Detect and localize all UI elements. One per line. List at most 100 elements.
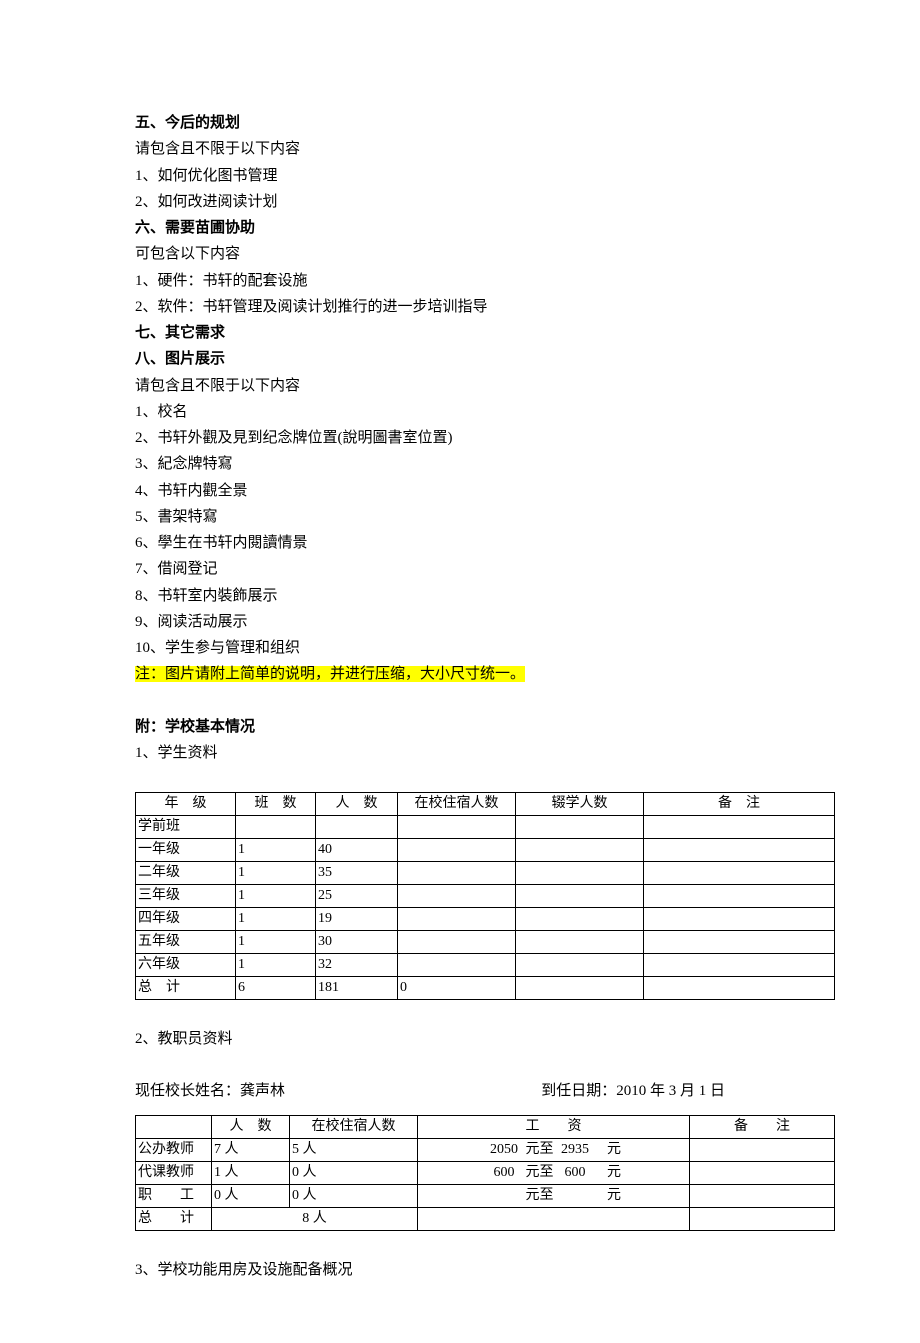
cell-note (690, 1161, 835, 1184)
cell-classes: 1 (236, 862, 316, 885)
cell-grade: 一年级 (136, 839, 236, 862)
th-board: 在校住宿人数 (398, 793, 516, 816)
cell-note (644, 816, 835, 839)
cell-note (690, 1184, 835, 1207)
cell-total-label: 总 计 (136, 1207, 212, 1230)
cell-classes: 6 (236, 977, 316, 1000)
th-grade: 年 级 (136, 793, 236, 816)
section-8-item-3: 3、紀念牌特寫 (135, 451, 835, 477)
appendix-title: 附：学校基本情况 (135, 714, 835, 740)
section-5-item-2: 2、如何改进阅读计划 (135, 189, 835, 215)
table-row: 总 计61810 (136, 977, 835, 1000)
cell-drop (516, 885, 644, 908)
cell-note (644, 954, 835, 977)
cell-people: 25 (316, 885, 398, 908)
table-row: 三年级125 (136, 885, 835, 908)
section-5-item-1: 1、如何优化图书管理 (135, 163, 835, 189)
table-row: 学前班 (136, 816, 835, 839)
cell-people (316, 816, 398, 839)
cell-people: 181 (316, 977, 398, 1000)
section-8-item-5: 5、書架特寫 (135, 504, 835, 530)
cell-board: 5 人 (290, 1138, 418, 1161)
cell-role: 职 工 (136, 1184, 212, 1207)
section-5-intro: 请包含且不限于以下内容 (135, 136, 835, 162)
section-8-item-2: 2、书轩外觀及見到纪念牌位置(說明圖書室位置) (135, 425, 835, 451)
cell-people: 7 人 (212, 1138, 290, 1161)
table-row: 五年级130 (136, 931, 835, 954)
student-table: 年 级 班 数 人 数 在校住宿人数 辍学人数 备 注 学前班一年级140二年级… (135, 792, 835, 1000)
cell-grade: 五年级 (136, 931, 236, 954)
table-row: 一年级140 (136, 839, 835, 862)
th-classes: 班 数 (236, 793, 316, 816)
cell-drop (516, 908, 644, 931)
cell-drop (516, 862, 644, 885)
cell-people: 40 (316, 839, 398, 862)
cell-note (644, 885, 835, 908)
cell-people: 0 人 (212, 1184, 290, 1207)
cell-classes: 1 (236, 908, 316, 931)
table-header-row: 人 数 在校住宿人数 工 资 备 注 (136, 1115, 835, 1138)
section-7-title: 七、其它需求 (135, 320, 835, 346)
table-header-row: 年 级 班 数 人 数 在校住宿人数 辍学人数 备 注 (136, 793, 835, 816)
cell-grade: 六年级 (136, 954, 236, 977)
table-total-row: 总 计8 人 (136, 1207, 835, 1230)
cell-board (398, 931, 516, 954)
cell-empty (690, 1207, 835, 1230)
section-8-item-4: 4、书轩内觀全景 (135, 478, 835, 504)
cell-people: 35 (316, 862, 398, 885)
cell-note (644, 931, 835, 954)
table-row: 职 工0 人0 人 元至 元 (136, 1184, 835, 1207)
section-6-item-1: 1、硬件：书轩的配套设施 (135, 268, 835, 294)
cell-note (644, 977, 835, 1000)
section-8-item-6: 6、學生在书轩内閱讀情景 (135, 530, 835, 556)
cell-board (398, 885, 516, 908)
section-8-note: 注：图片请附上简单的说明，并进行压缩，大小尺寸统一。 (135, 661, 835, 687)
appendix-sub-3: 3、学校功能用房及设施配备概况 (135, 1257, 835, 1283)
cell-drop (516, 977, 644, 1000)
appendix-sub-1: 1、学生资料 (135, 740, 835, 766)
th-role (136, 1115, 212, 1138)
cell-drop (516, 931, 644, 954)
cell-grade: 学前班 (136, 816, 236, 839)
cell-total-people: 8 人 (212, 1207, 418, 1230)
section-8-item-1: 1、校名 (135, 399, 835, 425)
th-people: 人 数 (316, 793, 398, 816)
principal-row: 现任校长姓名：龚声林 到任日期：2010 年 3 月 1 日 (135, 1078, 835, 1104)
appendix-sub-2: 2、教职员资料 (135, 1026, 835, 1052)
th-note: 备 注 (690, 1115, 835, 1138)
cell-grade: 总 计 (136, 977, 236, 1000)
section-8-title: 八、图片展示 (135, 346, 835, 372)
cell-board (398, 862, 516, 885)
principal-name: 龚声林 (240, 1083, 285, 1099)
table-row: 二年级135 (136, 862, 835, 885)
cell-salary: 元至 元 (418, 1184, 690, 1207)
table-row: 公办教师7 人5 人2050 元至 2935 元 (136, 1138, 835, 1161)
section-8-item-8: 8、书轩室内裝飾展示 (135, 583, 835, 609)
section-8-intro: 请包含且不限于以下内容 (135, 373, 835, 399)
cell-grade: 三年级 (136, 885, 236, 908)
cell-role: 代课教师 (136, 1161, 212, 1184)
cell-salary: 2050 元至 2935 元 (418, 1138, 690, 1161)
cell-note (644, 862, 835, 885)
th-people: 人 数 (212, 1115, 290, 1138)
table-row: 六年级132 (136, 954, 835, 977)
section-6-title: 六、需要苗圃协助 (135, 215, 835, 241)
section-8-item-10: 10、学生参与管理和组织 (135, 635, 835, 661)
cell-board (398, 839, 516, 862)
cell-classes: 1 (236, 931, 316, 954)
cell-board (398, 954, 516, 977)
cell-board: 0 人 (290, 1184, 418, 1207)
cell-people: 1 人 (212, 1161, 290, 1184)
cell-people: 30 (316, 931, 398, 954)
section-5-title: 五、今后的规划 (135, 110, 835, 136)
section-8-item-7: 7、借阅登记 (135, 556, 835, 582)
th-salary: 工 资 (418, 1115, 690, 1138)
th-dropout: 辍学人数 (516, 793, 644, 816)
cell-drop (516, 839, 644, 862)
cell-board (398, 908, 516, 931)
cell-salary: 600 元至 600 元 (418, 1161, 690, 1184)
section-6-intro: 可包含以下内容 (135, 241, 835, 267)
section-8-item-9: 9、阅读活动展示 (135, 609, 835, 635)
cell-empty (418, 1207, 690, 1230)
cell-board: 0 (398, 977, 516, 1000)
